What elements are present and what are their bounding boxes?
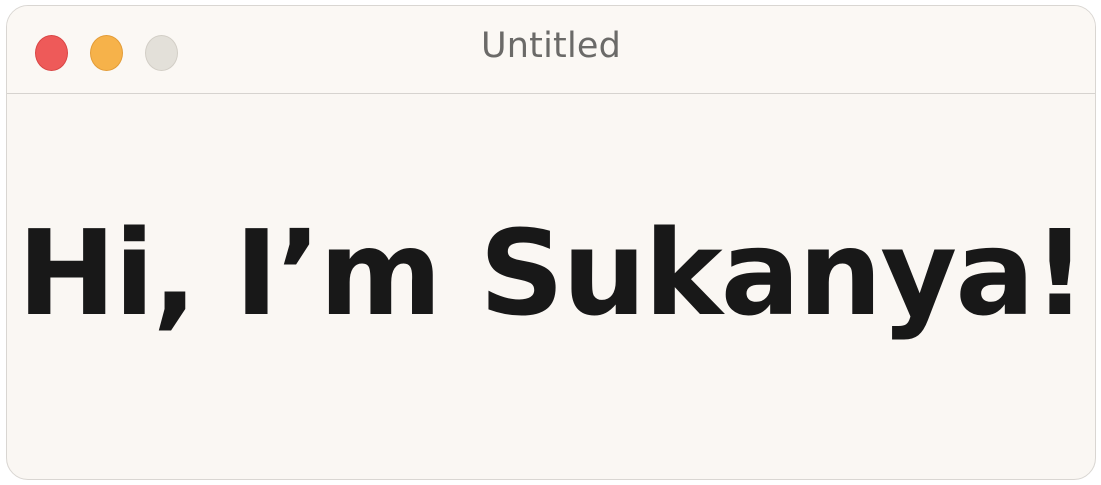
window-title: Untitled [480, 26, 622, 66]
title-bar[interactable]: Untitled [7, 6, 1095, 94]
app-window: Untitled Hi, I’m Sukanya! [6, 5, 1096, 480]
greeting-text: Hi, I’m Sukanya! [17, 204, 1086, 342]
content-area: Hi, I’m Sukanya! [7, 95, 1095, 479]
